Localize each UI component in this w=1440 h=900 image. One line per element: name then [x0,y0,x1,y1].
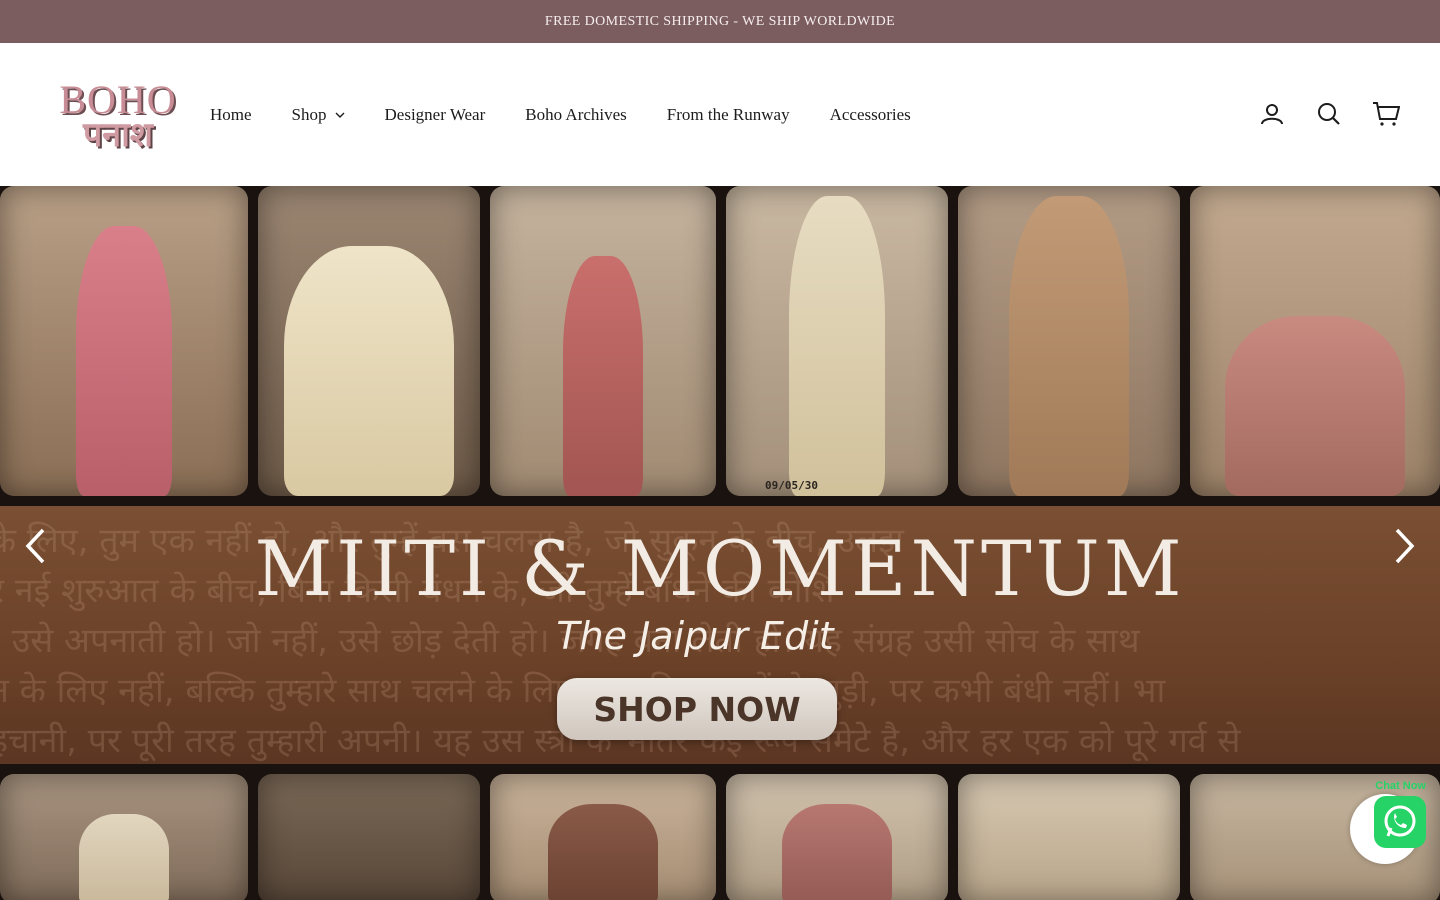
photo-frame [490,186,716,496]
shop-now-button[interactable]: SHOP NOW [557,678,837,740]
whatsapp-icon[interactable] [1374,796,1426,848]
photo-frame [490,774,716,900]
photo-strip-top [0,186,1440,506]
hero-slideshow: 09/05/30 के लिए, तुम एक नहीं हो, और तुम्… [0,186,1440,900]
cart-icon[interactable] [1372,100,1400,128]
chat-now-label: Chat Now [1375,780,1426,792]
nav-item-boho-archives[interactable]: Boho Archives [525,105,627,125]
photo-frame [726,186,948,496]
photo-frame [958,186,1180,496]
photo-frame [258,774,480,900]
photo-frame [0,186,248,496]
photo-frame [258,186,480,496]
photo-date-stamp: 09/05/30 [765,479,818,492]
brand-logo-line2: पनाश [82,115,154,155]
search-icon[interactable] [1315,100,1343,128]
main-nav: Home Shop Designer Wear Boho Archives Fr… [210,105,911,125]
chevron-right-icon [1394,528,1416,569]
photo-frame [726,774,948,900]
announcement-text: FREE DOMESTIC SHIPPING - WE SHIP WORLDWI… [544,13,896,29]
slideshow-next-button[interactable] [1385,528,1425,568]
announcement-bar: FREE DOMESTIC SHIPPING - WE SHIP WORLDWI… [0,0,1440,43]
account-icon[interactable] [1258,100,1286,128]
nav-item-accessories[interactable]: Accessories [830,105,911,125]
nav-item-designer-wear[interactable]: Designer Wear [385,105,486,125]
brand-logo[interactable]: BOHO पनाश [56,79,180,153]
photo-frame [0,774,248,900]
photo-frame [958,774,1180,900]
whatsapp-chat-widget[interactable]: Chat Now [1350,780,1430,880]
site-header: BOHO पनाश Home Shop Designer Wear Boho A… [0,43,1440,186]
chevron-down-icon [335,112,345,118]
nav-item-home[interactable]: Home [210,105,252,125]
hero-subheadline: The Jaipur Edit [556,614,834,658]
chevron-left-icon [24,528,46,569]
slideshow-prev-button[interactable] [15,528,55,568]
hero-banner: के लिए, तुम एक नहीं हो, और तुम्हें बस चल… [0,506,1440,764]
photo-strip-bottom [0,764,1440,900]
header-actions [1258,100,1400,128]
photo-frame [1190,186,1440,496]
nav-item-from-the-runway[interactable]: From the Runway [667,105,790,125]
brand-logo-line1: BOHO [59,77,177,122]
hero-headline: MIITI & MOMENTUM [254,524,1186,613]
nav-item-shop[interactable]: Shop [292,105,345,125]
